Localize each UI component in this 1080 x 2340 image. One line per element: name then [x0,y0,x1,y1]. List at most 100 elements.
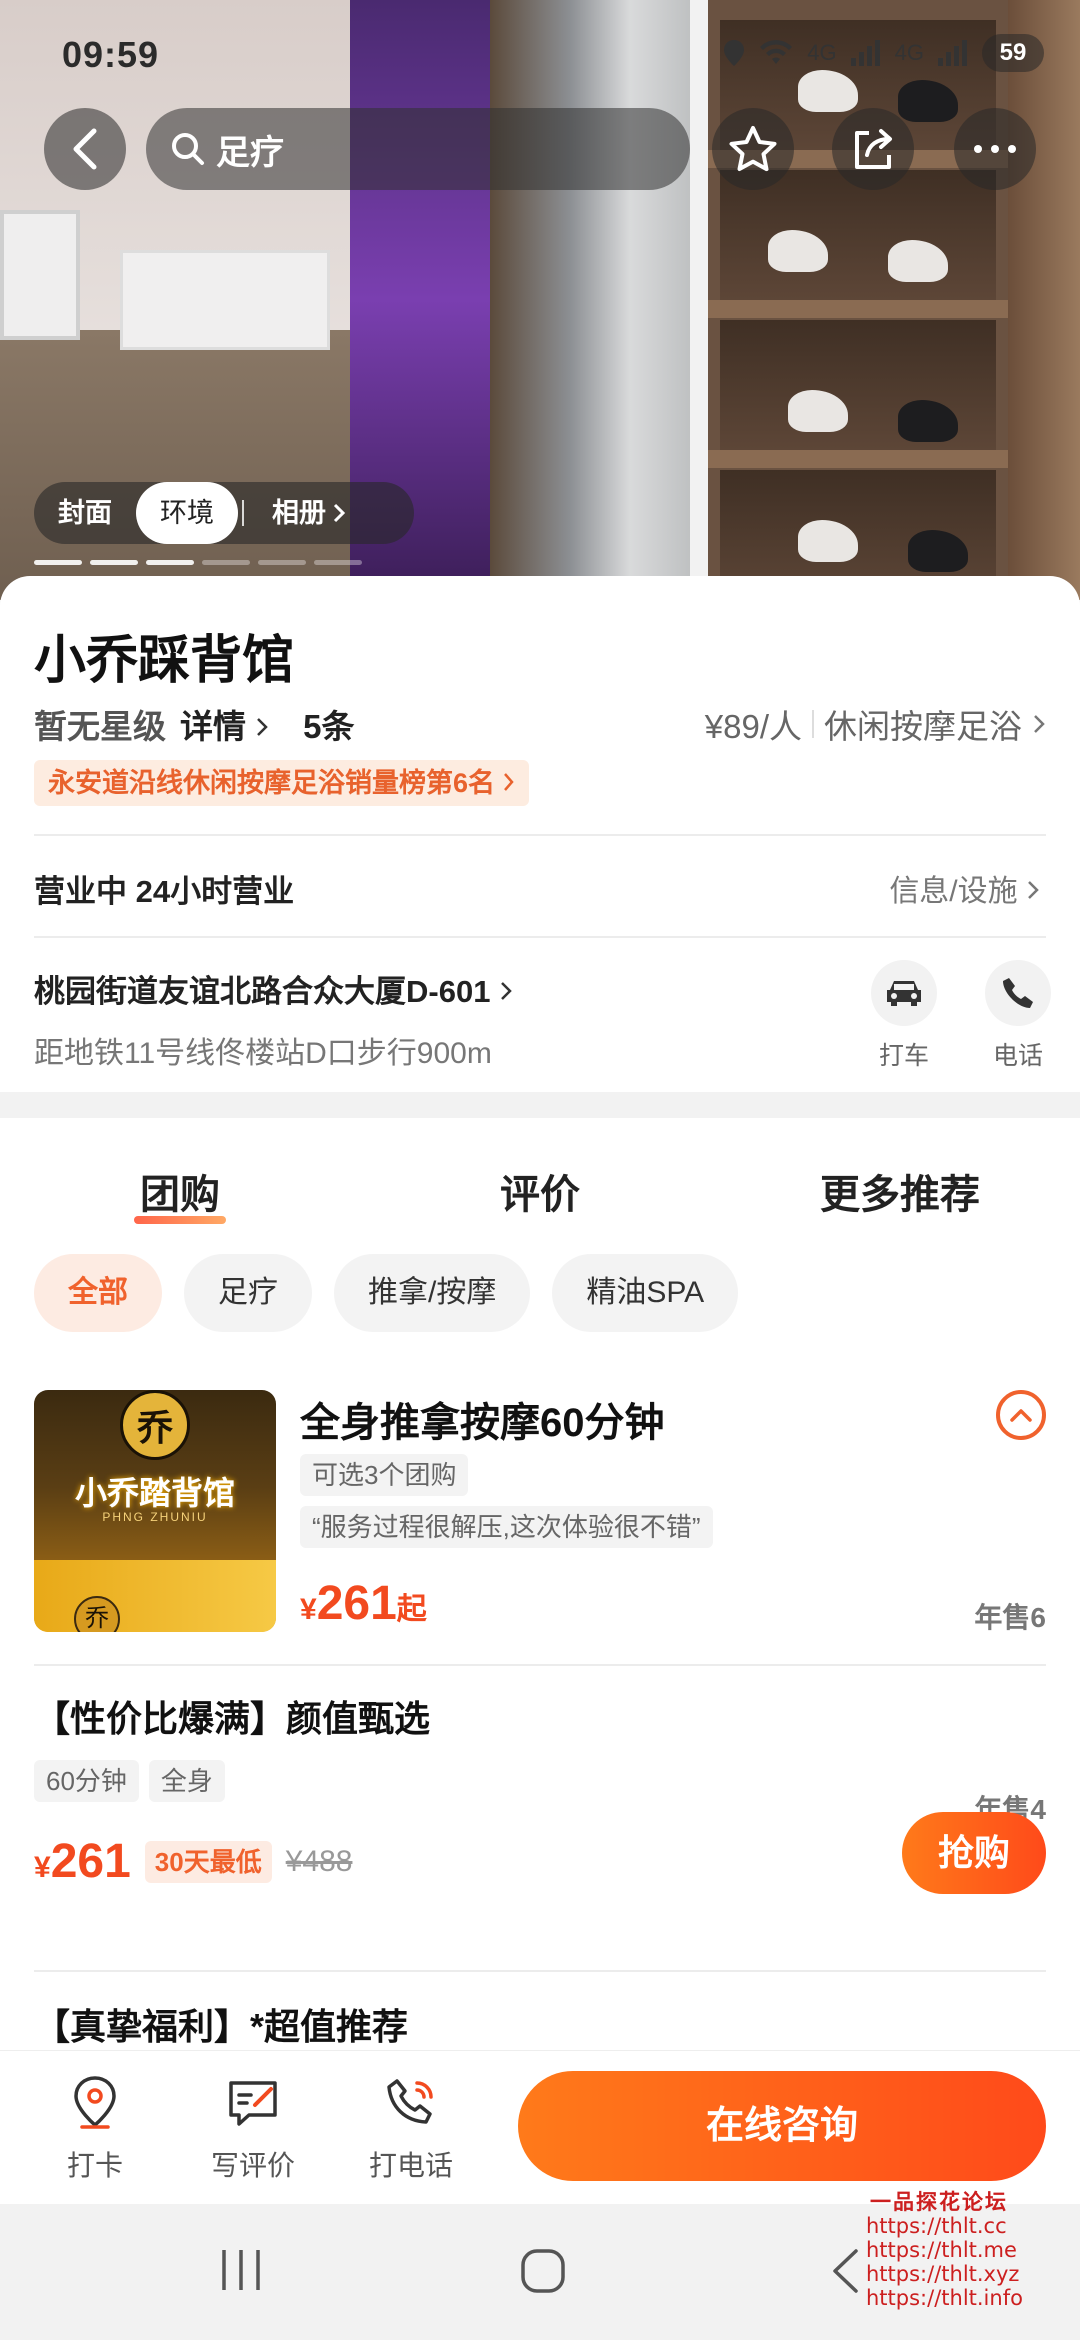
photo-tabs: 封面 环境 相册 [34,482,414,544]
back-nav-icon[interactable] [830,2248,860,2294]
search-icon [172,133,204,165]
chevron-right-icon [503,773,514,791]
star-icon [729,126,777,172]
write-review-button[interactable]: 写评价 [188,2075,318,2184]
lowest-price-badge: 30天最低 [144,1840,272,1883]
back-button[interactable] [44,108,126,190]
chevron-right-icon [257,718,268,736]
tab-more-recommend[interactable]: 更多推荐 [720,1162,1080,1220]
divider [34,834,1046,836]
signal-icon [850,40,880,66]
write-review-label: 写评价 [210,2150,295,2181]
favorite-button[interactable] [712,108,794,190]
taxi-button[interactable]: 打车 [864,960,944,1072]
info-facilities-link[interactable]: 信息/设施 [889,866,1040,910]
price-suffix: 起 [396,1593,427,1626]
bottom-action-bar: 打卡 写评价 打电话 在线咨询 [0,2050,1080,2204]
deal-thumbnail: 乔 小乔踏背馆 PHNG ZHUNIU 乔 [34,1390,276,1632]
page-dot [314,560,362,565]
taxi-icon-circle [871,960,937,1026]
chip-foot-therapy[interactable]: 足疗 [184,1254,312,1332]
shelf-board [708,300,1008,318]
photo-tab-cover[interactable]: 封面 [34,482,136,544]
deal-card[interactable]: 乔 小乔踏背馆 PHNG ZHUNIU 乔 全身推拿按摩60分钟 可选3个团购 … [34,1390,1046,1634]
page-dot [34,560,82,565]
rank-badge[interactable]: 永安道沿线休闲按摩足浴销量榜第6名 [34,760,529,806]
status-icons: 4G 4G 59 [723,34,1044,72]
photo-tab-environment[interactable]: 环境 [136,482,238,544]
photo-door-frame [690,0,708,600]
separator [812,710,814,738]
deal-title[interactable]: 【真挚福利】*超值推荐 [34,1998,408,2050]
search-text: 足疗 [216,133,284,172]
status-time: 09:59 [62,34,160,75]
price-value: 261 [316,1577,397,1630]
page-dot [146,560,194,565]
detail-label: 详情 [180,708,246,745]
online-consult-button[interactable]: 在线咨询 [518,2071,1046,2181]
checkin-button[interactable]: 打卡 [30,2075,160,2184]
edit-review-icon [229,2081,277,2126]
watermark: 一品探花论坛 https://thlt.cc https://thlt.me h… [866,2190,1066,2310]
page-dot [202,560,250,565]
review-count[interactable]: 5条 [303,700,354,748]
tab-group-buy[interactable]: 团购 [0,1162,360,1220]
photo-tab-album[interactable]: 相册 [248,482,370,544]
currency: ¥ [34,1851,51,1884]
shop-info-card: 小乔踩背馆 暂无星级 详情 5条 ¥89/人 休闲按摩足浴 永安道沿线休闲按摩足… [0,576,1080,1092]
address[interactable]: 桃园街道友谊北路合众大厦D-601 [34,966,513,1011]
photo-shoe-shelf [708,0,1008,600]
deals-section: 团购 评价 更多推荐 全部 足疗 推拿/按摩 精油SPA 乔 小乔踏背馆 PHN… [0,1118,1080,2170]
chip-massage[interactable]: 推拿/按摩 [334,1254,531,1332]
rank-text: 永安道沿线休闲按摩足浴销量榜第6名 [48,768,496,798]
chevron-left-icon [73,128,97,170]
chevron-right-icon [1034,715,1045,733]
currency: ¥ [300,1593,317,1626]
location-icon [724,40,745,66]
info-facilities-label: 信息/设施 [889,875,1018,908]
price-category[interactable]: ¥89/人 休闲按摩足浴 [705,700,1046,748]
tab-reviews[interactable]: 评价 [360,1162,720,1220]
divider [34,1970,1046,1972]
deal-title: 【性价比爆满】颜值甄选 [34,1698,431,1739]
page-dot [90,560,138,565]
deal-price: ¥261 [34,1834,131,1889]
chip-oil-spa[interactable]: 精油SPA [552,1254,739,1332]
watermark-url: https://thlt.cc [866,2214,1007,2238]
more-button[interactable] [954,108,1036,190]
home-icon[interactable] [520,2248,566,2294]
phone-icon [1003,978,1033,1008]
watermark-url: https://thlt.xyz [866,2262,1020,2286]
collapse-button[interactable] [996,1390,1046,1440]
chevron-up-icon [1010,1409,1032,1422]
annual-sales: 年售6 [974,1602,1046,1633]
detail-link[interactable]: 详情 [180,700,269,748]
location-pin-icon [74,2076,116,2129]
search-bar[interactable]: 足疗 [146,108,690,190]
more-dots-icon [974,145,1016,153]
photo-post [1008,0,1080,600]
watermark-url: https://thlt.info [866,2286,1023,2310]
deal-tags: 60分钟 全身 [34,1760,1046,1802]
photo-door [490,0,690,600]
share-button[interactable] [832,108,914,190]
thumb-shop-name: 小乔踏背馆 [74,1475,235,1511]
deal-item[interactable]: 【性价比爆满】颜值甄选 60分钟 全身 年售4 ¥261 30天最低 ¥488 … [34,1664,1046,1944]
metro-distance: 距地铁11号线佟楼站D口步行900m [34,1037,492,1070]
business-hours: 营业中 24小时营业 [34,874,295,909]
shop-category: 休闲按摩足浴 [824,708,1022,745]
buy-button[interactable]: 抢购 [902,1812,1046,1894]
call-shop-button[interactable]: 打电话 [346,2075,476,2184]
thumb-subtitle: PHNG ZHUNIU [102,1510,208,1524]
chip-all[interactable]: 全部 [34,1254,162,1332]
deal-title: 全身推拿按摩60分钟 [300,1401,665,1445]
signal-icon-2 [938,40,967,66]
rating-row: 暂无星级 详情 5条 ¥89/人 休闲按摩足浴 [34,702,1046,746]
chevron-right-icon [333,503,346,523]
photo-tab-album-label: 相册 [272,498,326,528]
recent-apps-icon[interactable] [218,2248,264,2292]
star-level: 暂无星级 [34,708,166,745]
section-tabs: 团购 评价 更多推荐 [0,1162,1080,1220]
call-button[interactable]: 电话 [978,960,1058,1072]
shelf-compartment [720,170,996,300]
